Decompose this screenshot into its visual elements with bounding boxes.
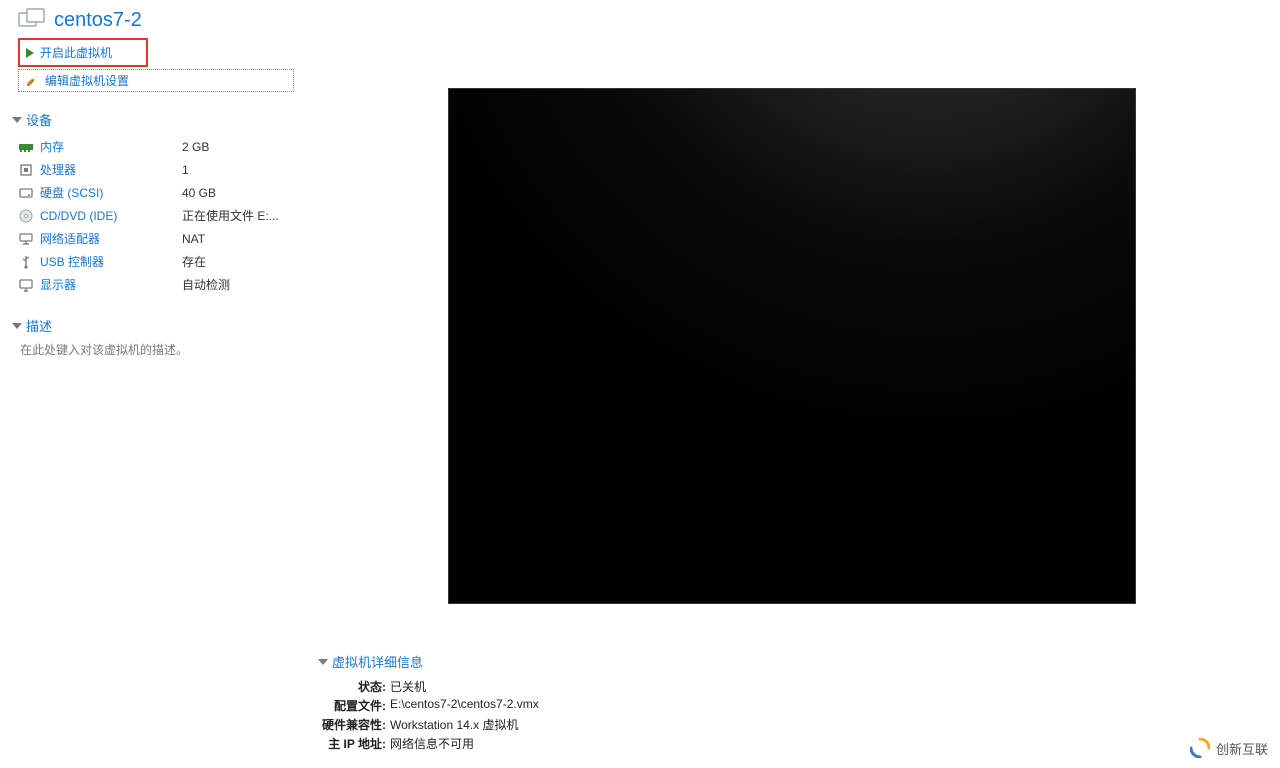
detail-row-config: 配置文件: E:\centos7-2\centos7-2.vmx bbox=[318, 696, 1018, 715]
detail-row-compat: 硬件兼容性: Workstation 14.x 虚拟机 bbox=[318, 715, 1018, 734]
device-label: 硬盘 (SCSI) bbox=[40, 184, 182, 201]
chevron-down-icon bbox=[318, 659, 328, 665]
start-vm-highlight-box: 开启此虚拟机 bbox=[18, 38, 148, 67]
device-label: 显示器 bbox=[40, 276, 182, 293]
content-area bbox=[300, 38, 1280, 358]
device-label: CD/DVD (IDE) bbox=[40, 209, 182, 223]
disk-icon bbox=[18, 185, 34, 201]
usb-icon bbox=[18, 254, 34, 270]
device-row-usb[interactable]: USB 控制器 存在 bbox=[18, 250, 294, 273]
device-row-memory[interactable]: 内存 2 GB bbox=[18, 135, 294, 158]
device-row-disk[interactable]: 硬盘 (SCSI) 40 GB bbox=[18, 181, 294, 204]
device-value: 1 bbox=[182, 163, 189, 177]
section-description-title: 描述 bbox=[26, 316, 52, 335]
detail-value: 网络信息不可用 bbox=[390, 735, 474, 752]
device-value: 自动检测 bbox=[182, 276, 230, 293]
device-label: USB 控制器 bbox=[40, 253, 182, 270]
watermark-logo-icon bbox=[1190, 738, 1210, 758]
wrench-icon bbox=[23, 73, 39, 89]
detail-label: 状态: bbox=[318, 678, 390, 695]
device-value: 2 GB bbox=[182, 140, 209, 154]
vm-details-section: 虚拟机详细信息 状态: 已关机 配置文件: E:\centos7-2\cento… bbox=[318, 650, 1018, 753]
device-value: 40 GB bbox=[182, 186, 216, 200]
vm-group-icon bbox=[18, 8, 46, 32]
device-value: NAT bbox=[182, 232, 205, 246]
hardware-list: 内存 2 GB 处理器 1 硬盘 (SCSI) 40 GB CD/DVD (ID… bbox=[18, 135, 294, 296]
edit-vm-settings-label: 编辑虚拟机设置 bbox=[45, 72, 129, 89]
display-icon bbox=[18, 277, 34, 293]
network-icon bbox=[18, 231, 34, 247]
memory-icon bbox=[18, 139, 34, 155]
description-placeholder[interactable]: 在此处键入对该虚拟机的描述。 bbox=[20, 341, 300, 358]
cpu-icon bbox=[18, 162, 34, 178]
detail-row-ip: 主 IP 地址: 网络信息不可用 bbox=[318, 734, 1018, 753]
page-header: centos7-2 bbox=[0, 0, 1280, 38]
device-label: 内存 bbox=[40, 138, 182, 155]
detail-value: 已关机 bbox=[390, 678, 426, 695]
cd-icon bbox=[18, 208, 34, 224]
device-row-cddvd[interactable]: CD/DVD (IDE) 正在使用文件 E:... bbox=[18, 204, 294, 227]
sidebar: 开启此虚拟机 编辑虚拟机设置 设备 内存 2 GB 处理器 1 bbox=[0, 38, 300, 358]
vm-name: centos7-2 bbox=[54, 9, 142, 32]
chevron-down-icon bbox=[12, 323, 22, 329]
play-icon bbox=[26, 48, 34, 58]
edit-vm-settings-button[interactable]: 编辑虚拟机设置 bbox=[18, 69, 294, 92]
detail-value: E:\centos7-2\centos7-2.vmx bbox=[390, 697, 539, 714]
watermark: 创新互联 bbox=[1190, 738, 1268, 758]
section-details-toggle[interactable]: 虚拟机详细信息 bbox=[318, 652, 1018, 671]
device-value: 正在使用文件 E:... bbox=[182, 207, 279, 224]
device-row-display[interactable]: 显示器 自动检测 bbox=[18, 273, 294, 296]
vm-console-preview[interactable] bbox=[448, 88, 1136, 604]
section-devices-toggle[interactable]: 设备 bbox=[12, 110, 300, 129]
device-value: 存在 bbox=[182, 253, 206, 270]
section-description-toggle[interactable]: 描述 bbox=[12, 316, 300, 335]
chevron-down-icon bbox=[12, 117, 22, 123]
start-vm-button[interactable]: 开启此虚拟机 bbox=[22, 42, 144, 63]
detail-label: 配置文件: bbox=[318, 697, 390, 714]
start-vm-label: 开启此虚拟机 bbox=[40, 44, 112, 61]
device-row-cpu[interactable]: 处理器 1 bbox=[18, 158, 294, 181]
detail-label: 硬件兼容性: bbox=[318, 716, 390, 733]
device-label: 网络适配器 bbox=[40, 230, 182, 247]
device-label: 处理器 bbox=[40, 161, 182, 178]
section-details-title: 虚拟机详细信息 bbox=[332, 652, 423, 671]
detail-row-state: 状态: 已关机 bbox=[318, 677, 1018, 696]
section-devices-title: 设备 bbox=[26, 110, 52, 129]
detail-label: 主 IP 地址: bbox=[318, 735, 390, 752]
watermark-text: 创新互联 bbox=[1216, 739, 1268, 758]
detail-value: Workstation 14.x 虚拟机 bbox=[390, 716, 519, 733]
device-row-network[interactable]: 网络适配器 NAT bbox=[18, 227, 294, 250]
